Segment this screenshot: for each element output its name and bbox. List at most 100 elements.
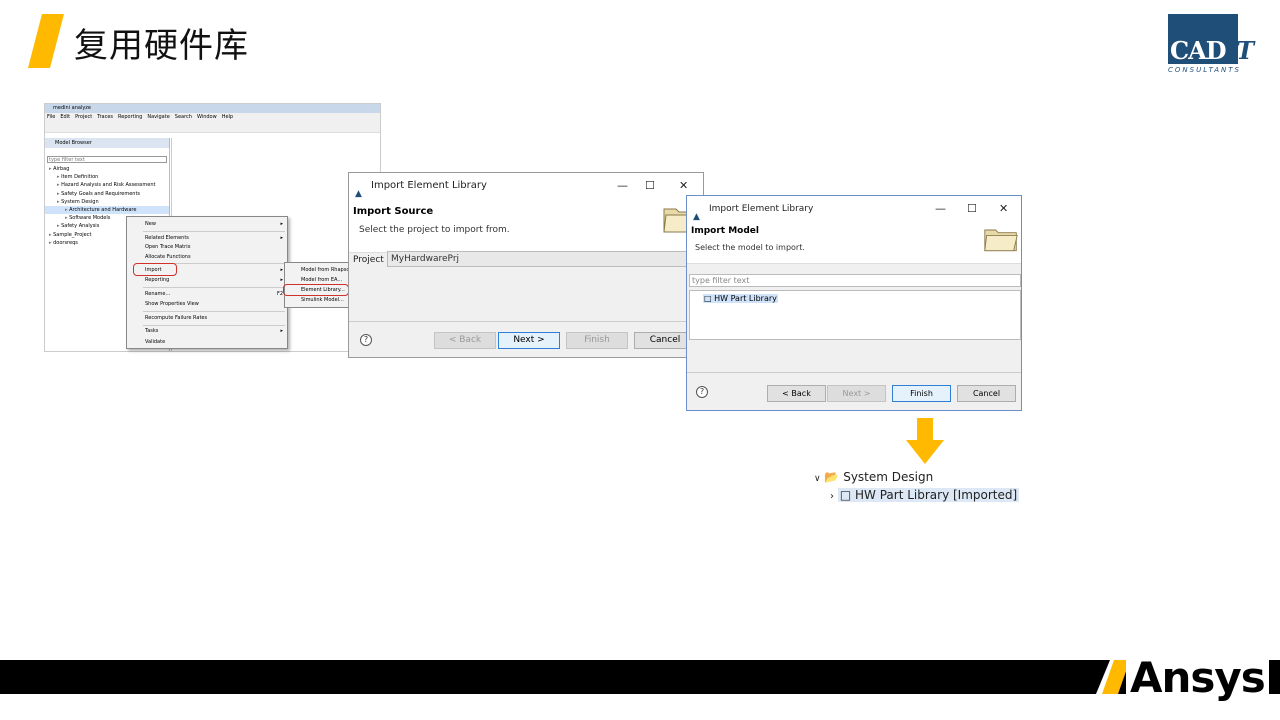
medini-menubar: File Edit Project Traces Reporting Navigate Se… bbox=[45, 113, 380, 121]
submenu-arrow-icon: ▸ bbox=[280, 221, 283, 227]
dialog2-heading: Import Model bbox=[691, 226, 759, 236]
element-library-highlight bbox=[283, 284, 349, 296]
dialog1-title-text: Import Element Library bbox=[371, 180, 487, 191]
tree-item[interactable]: ▸ Airbag bbox=[45, 165, 169, 173]
menu-separator bbox=[143, 287, 285, 288]
context-menu-item[interactable]: Validate bbox=[145, 339, 165, 345]
tree-item[interactable]: ▸ System Design bbox=[45, 198, 169, 206]
ansys-logo-slash bbox=[1096, 660, 1130, 694]
tree-item[interactable]: ▸ Hazard Analysis and Risk Assessment bbox=[45, 181, 169, 189]
tree-node-system-design[interactable]: ∨ 📂 System Design bbox=[814, 470, 933, 484]
dialog1-separator bbox=[349, 321, 703, 322]
next-button[interactable]: Next > bbox=[498, 332, 560, 349]
folder-open-icon: 📂 bbox=[824, 470, 840, 484]
down-arrow-icon bbox=[906, 418, 944, 464]
model-browser-tab[interactable]: Model Browser bbox=[45, 138, 169, 148]
context-menu-item[interactable]: Tasks bbox=[145, 328, 158, 334]
menu-item[interactable]: Search bbox=[175, 113, 192, 121]
slide-title: 复用硬件库 bbox=[74, 26, 249, 66]
menu-item[interactable]: Window bbox=[197, 113, 217, 121]
cadit-logo-it: IT bbox=[1225, 36, 1255, 65]
menu-item[interactable]: Help bbox=[222, 113, 233, 121]
dialog2-subtitle: Select the model to import. bbox=[695, 243, 805, 252]
model-list-item-label: HW Part Library bbox=[714, 294, 777, 303]
cadit-logo-sub: CONSULTANTS bbox=[1168, 66, 1242, 74]
medini-toolbar bbox=[45, 121, 380, 133]
dialog1-heading: Import Source bbox=[353, 206, 434, 217]
tree-item-label: System Design bbox=[61, 198, 99, 205]
next-button[interactable]: Next > bbox=[827, 385, 886, 402]
model-list-item[interactable]: □ HW Part Library bbox=[703, 294, 778, 303]
tree-item[interactable]: ▸ Architecture and Hardware bbox=[45, 205, 169, 215]
tree-item-label: Software Models bbox=[69, 215, 111, 222]
help-icon[interactable]: ? bbox=[696, 386, 708, 398]
maximize-icon[interactable]: ☐ bbox=[645, 173, 655, 199]
tree-item[interactable]: ▸ Safety Goals and Requirements bbox=[45, 190, 169, 198]
model-browser-filter[interactable]: type filter text bbox=[47, 156, 167, 163]
dialog2-title-text: Import Element Library bbox=[709, 204, 814, 214]
menu-separator bbox=[143, 325, 285, 326]
back-button[interactable]: < Back bbox=[767, 385, 826, 402]
chevron-right-icon: › bbox=[830, 491, 834, 502]
tree-item[interactable]: ▸ Item Definition bbox=[45, 173, 169, 181]
tree-node-label: System Design bbox=[843, 470, 934, 484]
context-menu-item[interactable]: Allocate Functions bbox=[145, 254, 191, 260]
library-icon: □ bbox=[704, 294, 712, 303]
footer-bar bbox=[0, 660, 1280, 694]
folder-icon bbox=[984, 229, 1018, 252]
submenu-arrow-icon: ▸ bbox=[280, 277, 283, 283]
import-model-dialog: ▲ Import Element Library — ☐ ✕ Import Mo… bbox=[686, 195, 1022, 411]
finish-button[interactable]: Finish bbox=[566, 332, 628, 349]
context-menu-item[interactable]: Recompute Failure Rates bbox=[145, 315, 207, 321]
tree-item-label: doorsreqs bbox=[53, 239, 78, 246]
tree-item-label: Item Definition bbox=[61, 174, 99, 181]
import-source-dialog: ▲ Import Element Library — ☐ ✕ Import So… bbox=[348, 172, 704, 358]
menu-separator bbox=[143, 231, 285, 232]
context-menu-item[interactable]: Rename... bbox=[145, 291, 170, 297]
menu-item[interactable]: Project bbox=[75, 113, 92, 121]
context-menu: New ▸ Related Elements ▸ Open Trace Matrix Al… bbox=[126, 216, 288, 349]
menu-item[interactable]: File bbox=[47, 113, 55, 121]
dialog2-header: Import Model Select the model to import. bbox=[687, 222, 1021, 264]
tree-item-label: Safety Goals and Requirements bbox=[61, 190, 141, 197]
menu-item[interactable]: Navigate bbox=[147, 113, 169, 121]
tree-node-hw-part-library[interactable]: › □ HW Part Library [Imported] bbox=[830, 488, 1020, 502]
context-menu-item[interactable]: Reporting bbox=[145, 277, 169, 283]
finish-button[interactable]: Finish bbox=[892, 385, 951, 402]
menu-item[interactable]: Edit bbox=[60, 113, 70, 121]
dialog1-header: Import Source Select the project to impo… bbox=[349, 199, 703, 253]
menu-separator bbox=[143, 311, 285, 312]
context-menu-item[interactable]: Open Trace Matrix bbox=[145, 244, 191, 250]
project-select[interactable]: MyHardwarePrj bbox=[387, 251, 703, 267]
minimize-icon[interactable]: — bbox=[617, 173, 628, 199]
submenu-item[interactable]: Simulink Model... bbox=[301, 297, 344, 303]
minimize-icon[interactable]: — bbox=[935, 196, 946, 222]
tree-item-label: Safety Analysis bbox=[61, 223, 100, 230]
context-menu-item[interactable]: New bbox=[145, 221, 156, 227]
import-highlight bbox=[133, 263, 177, 276]
dialog2-filter-input[interactable]: type filter text bbox=[689, 274, 1021, 287]
ansys-logo: Ansys bbox=[1126, 656, 1269, 700]
cancel-button[interactable]: Cancel bbox=[957, 385, 1016, 402]
help-icon[interactable]: ? bbox=[360, 334, 372, 346]
context-menu-item[interactable]: Related Elements bbox=[145, 235, 189, 241]
submenu-arrow-icon: ▸ bbox=[280, 328, 283, 334]
close-icon[interactable]: ✕ bbox=[999, 196, 1008, 222]
model-list: □ HW Part Library bbox=[689, 290, 1021, 340]
maximize-icon[interactable]: ☐ bbox=[967, 196, 977, 222]
submenu-item[interactable]: Model from EA... bbox=[301, 277, 342, 283]
context-menu-item[interactable]: Show Properties View bbox=[145, 301, 199, 307]
medini-title: medini analyze bbox=[45, 104, 380, 113]
tree-item-label: Airbag bbox=[53, 166, 70, 172]
project-label: Project bbox=[353, 255, 384, 265]
tree-item-label: Hazard Analysis and Risk Assessment bbox=[61, 182, 156, 189]
menu-item[interactable]: Reporting bbox=[118, 113, 142, 121]
menu-item[interactable]: Traces bbox=[97, 113, 113, 121]
result-tree: ∨ 📂 System Design › □ HW Part Library [I… bbox=[810, 468, 1030, 510]
library-icon: □ bbox=[839, 488, 852, 502]
tree-node-label: HW Part Library [Imported] bbox=[855, 488, 1018, 502]
back-button[interactable]: < Back bbox=[434, 332, 496, 349]
tree-item-label: Architecture and Hardware bbox=[69, 206, 137, 213]
submenu-arrow-icon: ▸ bbox=[280, 235, 283, 241]
cadit-logo-main: CAD bbox=[1170, 36, 1227, 65]
